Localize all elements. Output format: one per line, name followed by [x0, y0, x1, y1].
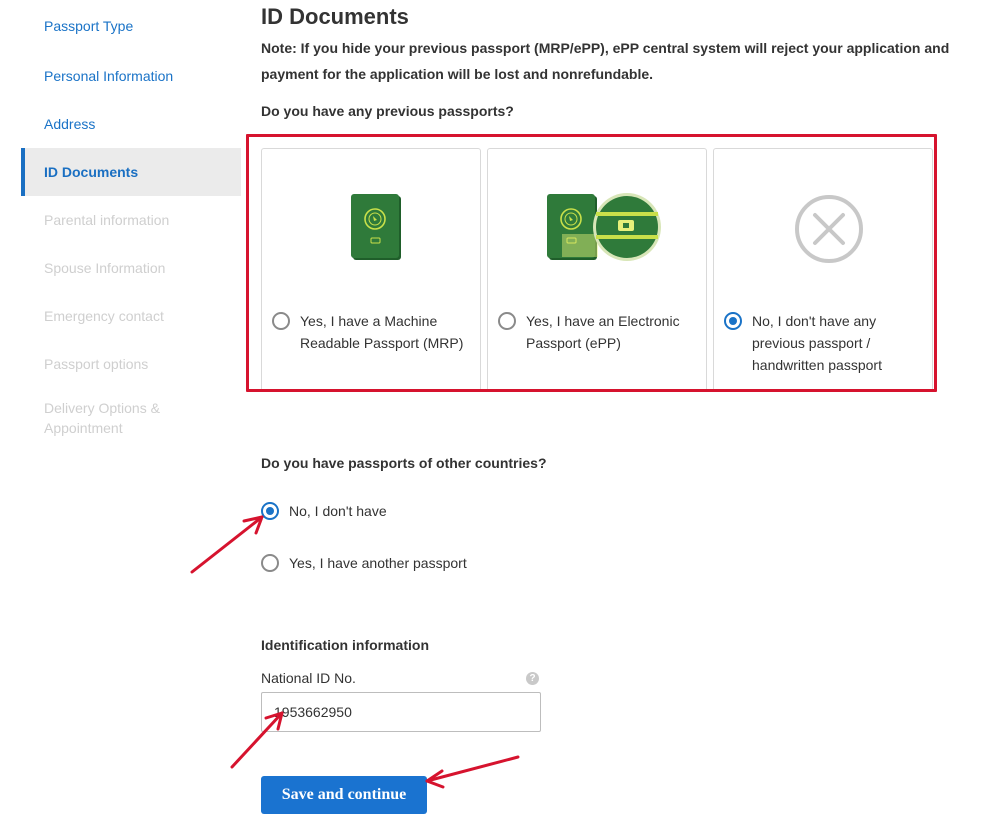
- other-countries-no-label: No, I don't have: [289, 503, 387, 519]
- annotation-highlight-box: [246, 134, 937, 392]
- arrow-to-radio: [190, 515, 264, 574]
- page-title: ID Documents: [261, 4, 409, 29]
- warning-note: Note: If you hide your previous passport…: [261, 40, 950, 82]
- sidebar-item-passport-options: Passport options: [44, 356, 149, 372]
- national-id-label: National ID No.: [261, 670, 356, 686]
- help-icon[interactable]: ?: [526, 672, 539, 685]
- sidebar-item-personal-information[interactable]: Personal Information: [21, 52, 241, 100]
- arrow-to-button: [425, 755, 520, 783]
- sidebar-item-address[interactable]: Address: [21, 100, 241, 148]
- previous-passport-question: Do you have any previous passports?: [261, 103, 514, 119]
- sidebar-nav: Passport Type Personal Information Addre…: [21, 0, 241, 448]
- other-countries-yes-option[interactable]: Yes, I have another passport: [261, 554, 467, 572]
- other-countries-no-radio[interactable]: [261, 502, 279, 520]
- sidebar-item-id-documents[interactable]: ID Documents: [21, 148, 241, 196]
- other-countries-no-option[interactable]: No, I don't have: [261, 502, 387, 520]
- identification-section-title: Identification information: [261, 637, 429, 653]
- sidebar-item-spouse-information: Spouse Information: [44, 260, 166, 276]
- other-countries-yes-radio[interactable]: [261, 554, 279, 572]
- other-countries-yes-label: Yes, I have another passport: [289, 555, 467, 571]
- national-id-input[interactable]: [261, 692, 541, 732]
- other-countries-question: Do you have passports of other countries…: [261, 455, 547, 471]
- sidebar-item-parental-information: Parental information: [44, 212, 170, 228]
- save-and-continue-button[interactable]: Save and continue: [261, 776, 427, 814]
- sidebar-item-passport-type[interactable]: Passport Type: [21, 0, 241, 52]
- sidebar-item-emergency-contact: Emergency contact: [44, 308, 164, 324]
- sidebar-item-delivery-options: Delivery Options & Appointment: [44, 400, 160, 436]
